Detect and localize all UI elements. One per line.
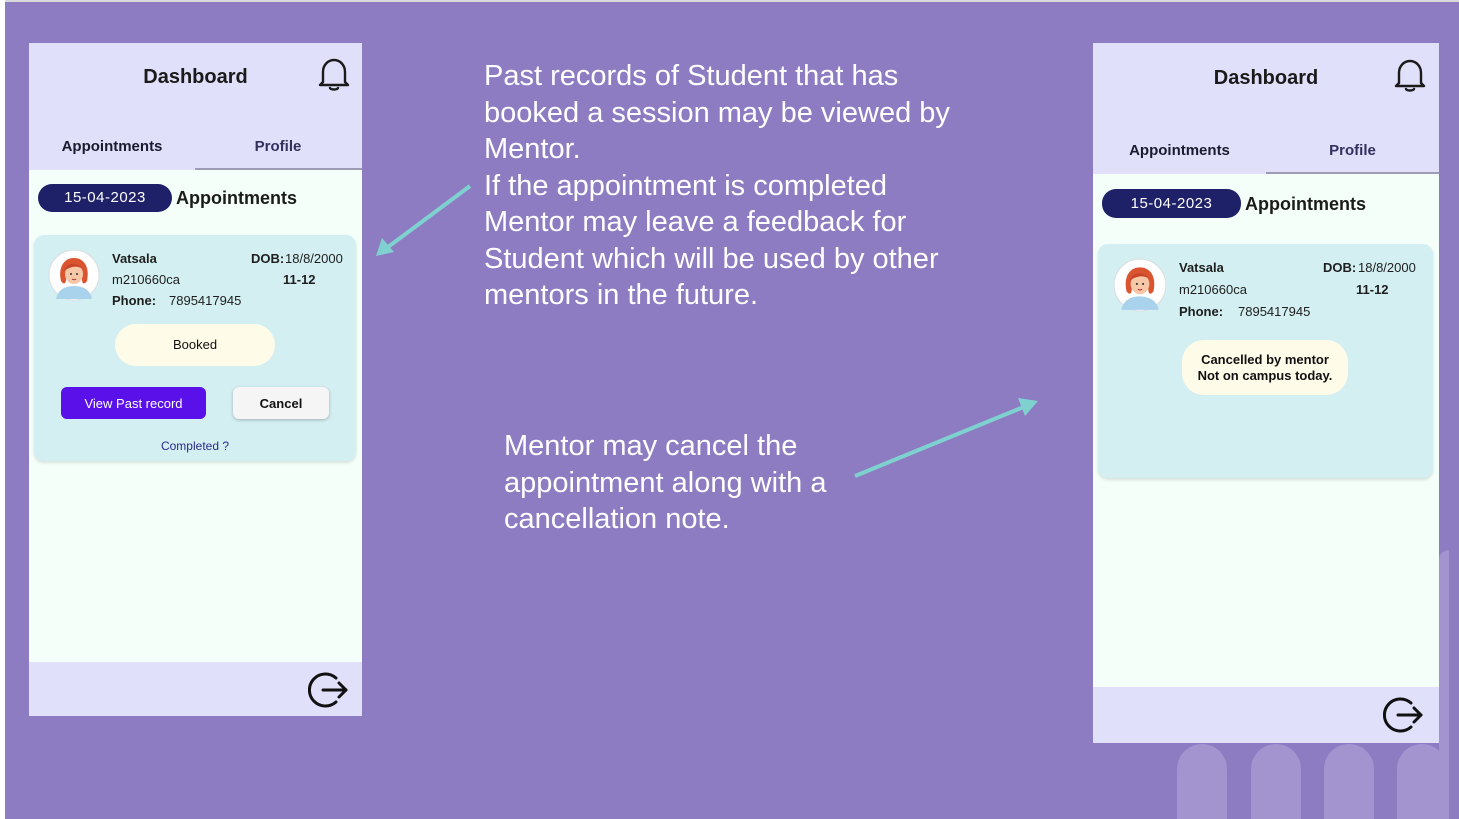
app-footer (1093, 687, 1439, 743)
time-slot: 11-12 (283, 272, 316, 287)
status-badge: Booked (115, 324, 275, 366)
decorative-bar (1439, 550, 1449, 819)
appointment-card: Vatsala m210660ca Phone: 7895417945 DOB:… (1098, 244, 1433, 478)
cancel-button[interactable]: Cancel (233, 387, 329, 419)
page-title: Dashboard (143, 66, 248, 88)
annotation-line: mentors in the future. (484, 279, 759, 311)
view-past-record-button[interactable]: View Past record (61, 387, 206, 419)
bell-icon[interactable] (317, 56, 351, 92)
annotation-line: appointment along with a (504, 466, 827, 499)
bell-icon[interactable] (1392, 57, 1428, 93)
tab-appointments[interactable]: Appointments (29, 138, 195, 155)
dob-label: DOB: (251, 251, 285, 266)
arrow-to-left-card (376, 184, 472, 256)
tab-underline (195, 168, 362, 170)
phone-label: Phone: (1179, 304, 1224, 319)
annotation-line: If the appointment is completed (484, 169, 888, 202)
appointments-heading: Appointments (176, 188, 297, 208)
decorative-bar (1177, 744, 1227, 819)
arrow-to-right-card (854, 398, 1038, 478)
avatar (48, 249, 100, 301)
appointment-card: Vatsala m210660ca Phone: 7895417945 DOB:… (34, 235, 356, 461)
student-id: m210660ca (1179, 282, 1247, 297)
annotation-cancel: Mentor may cancel the appointment along … (504, 428, 826, 538)
app-header: Dashboard Appointments Profile (1093, 43, 1439, 174)
phone-value: 7895417945 (169, 293, 242, 308)
page-title: Dashboard (1213, 67, 1319, 89)
appointments-heading: Appointments (1245, 194, 1366, 214)
date-badge[interactable]: 15-04-2023 (38, 184, 172, 212)
top-border (0, 0, 1459, 2)
dob-label: DOB: (1323, 260, 1357, 275)
right-phone-screen: Dashboard Appointments Profile 15-04-202… (1093, 43, 1439, 743)
dob-value: 18/8/2000 (285, 251, 343, 266)
tab-underline (1266, 172, 1439, 174)
tab-appointments[interactable]: Appointments (1093, 142, 1266, 159)
time-slot: 11-12 (1356, 282, 1389, 297)
annotation-line: booked a session may be viewed by (484, 96, 950, 129)
logout-icon[interactable] (1383, 695, 1425, 735)
annotation-line: cancellation note. (504, 503, 730, 535)
left-border (0, 0, 5, 819)
student-name: Vatsala (112, 251, 157, 266)
student-name: Vatsala (1179, 260, 1224, 275)
dob-value: 18/8/2000 (1358, 260, 1416, 275)
annotation-line: Student which will be used by other (484, 242, 939, 275)
annotation-past-records: Past records of Student that has booked … (484, 58, 950, 314)
annotation-line: Past records of Student that has (484, 60, 899, 92)
annotation-line: Mentor may cancel the (504, 430, 798, 462)
annotation-line: Mentor may leave a feedback for (484, 206, 907, 238)
tab-profile[interactable]: Profile (1266, 142, 1439, 159)
logout-icon[interactable] (308, 670, 350, 710)
student-id: m210660ca (112, 272, 180, 287)
decorative-bar (1251, 744, 1301, 819)
app-header: Dashboard Appointments Profile (29, 43, 362, 170)
annotation-line: Mentor. (484, 133, 581, 165)
phone-value: 7895417945 (1238, 304, 1311, 319)
cancellation-reason: Not on campus today. (1197, 368, 1333, 383)
completed-link[interactable]: Completed ? (34, 439, 356, 453)
left-phone-screen: Dashboard Appointments Profile 15-04-202… (29, 43, 362, 716)
phone-label: Phone: (112, 293, 157, 308)
cancellation-status: Cancelled by mentor (1201, 352, 1329, 367)
date-badge[interactable]: 15-04-2023 (1102, 189, 1241, 218)
app-footer (29, 662, 362, 716)
tab-profile[interactable]: Profile (195, 138, 361, 155)
decorative-bar (1324, 744, 1374, 819)
avatar (1113, 258, 1167, 312)
cancellation-note: Cancelled by mentor Not on campus today. (1182, 340, 1348, 395)
